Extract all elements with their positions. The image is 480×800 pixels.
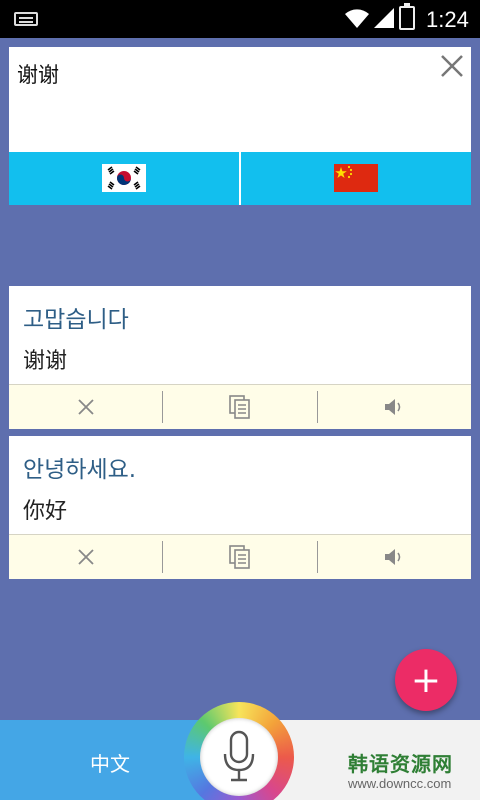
close-icon[interactable] [439, 53, 465, 79]
signal-icon [374, 8, 394, 28]
speaker-icon [385, 549, 401, 565]
language-label: 中文 [90, 752, 130, 776]
status-time: 1:24 [426, 7, 469, 32]
china-flag-icon [334, 164, 378, 192]
speak-button[interactable] [316, 391, 471, 423]
copy-icon [229, 545, 250, 569]
microphone-button[interactable] [200, 718, 278, 796]
translation-card[interactable]: 고맙습니다 谢谢 [9, 286, 471, 429]
delete-button[interactable] [9, 385, 162, 429]
wifi-icon [345, 9, 369, 28]
speak-button[interactable] [316, 541, 471, 573]
battery-icon [399, 3, 415, 30]
delete-button[interactable] [9, 535, 162, 579]
watermark-logo: 韩语资源网 [348, 752, 453, 776]
status-bar: 1:24 [0, 0, 480, 38]
korea-flag-icon [102, 164, 146, 192]
add-button[interactable]: + [395, 649, 457, 711]
keyboard-icon [14, 12, 38, 26]
translation-chinese-text: 你好 [23, 499, 68, 524]
card-action-bar [9, 384, 471, 429]
target-language-button[interactable] [239, 152, 471, 205]
speaker-icon [385, 399, 401, 415]
source-language-button[interactable] [9, 152, 239, 205]
translation-card[interactable]: 안녕하세요. 你好 [9, 436, 471, 579]
copy-button[interactable] [162, 391, 316, 423]
copy-icon [229, 395, 250, 419]
input-text[interactable]: 谢谢 [17, 59, 59, 89]
microphone-icon [223, 730, 255, 782]
input-card: 谢谢 [9, 47, 471, 205]
copy-button[interactable] [162, 541, 316, 573]
plus-icon: + [410, 659, 442, 701]
delete-icon [78, 549, 94, 565]
card-action-bar [9, 534, 471, 579]
translation-chinese-text: 谢谢 [23, 349, 68, 374]
language-selector-bar [9, 152, 471, 205]
delete-icon [78, 399, 94, 415]
translation-korean-text: 안녕하세요. [23, 457, 137, 483]
translation-korean-text: 고맙습니다 [23, 307, 129, 333]
watermark-url: www.downcc.com [348, 776, 452, 791]
